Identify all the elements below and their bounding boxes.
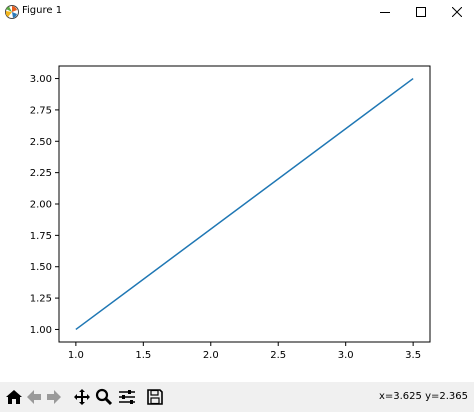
figure-canvas[interactable]: 1.0 1.5 2.0 2.5 3.0 3.5 1.00 1.25 1.50 1.75 2.00 2.… bbox=[0, 24, 474, 382]
matplotlib-logo-icon bbox=[4, 4, 20, 20]
cursor-coordinates: x=3.625 y=2.365 bbox=[378, 391, 468, 402]
x-tick-label: 1.5 bbox=[135, 350, 151, 361]
close-icon bbox=[452, 7, 462, 17]
back-icon bbox=[27, 390, 41, 404]
forward-icon bbox=[47, 390, 61, 404]
x-tick-label: 3.0 bbox=[338, 350, 354, 361]
subplots-icon bbox=[119, 390, 135, 404]
maximize-button[interactable] bbox=[402, 0, 440, 24]
navigation-toolbar: x=3.625 y=2.365 bbox=[0, 382, 474, 412]
y-tick-label: 1.00 bbox=[30, 325, 52, 336]
y-tick-label: 2.50 bbox=[30, 137, 52, 148]
zoom-icon bbox=[95, 388, 113, 406]
pan-icon bbox=[74, 389, 90, 405]
save-icon bbox=[147, 389, 163, 405]
y-tick-label: 2.00 bbox=[30, 200, 52, 211]
title-bar: Figure 1 bbox=[0, 0, 474, 24]
save-button[interactable] bbox=[145, 387, 165, 407]
y-tick-label: 3.00 bbox=[30, 74, 52, 85]
x-tick-label: 2.5 bbox=[270, 350, 286, 361]
minimize-icon bbox=[380, 12, 390, 13]
zoom-button[interactable] bbox=[94, 387, 114, 407]
y-tick-label: 1.25 bbox=[30, 294, 52, 305]
y-tick-label: 2.25 bbox=[30, 168, 52, 179]
minimize-button[interactable] bbox=[366, 0, 404, 24]
x-tick-label: 2.0 bbox=[203, 350, 219, 361]
maximize-icon bbox=[416, 7, 426, 17]
x-tick-label: 3.5 bbox=[405, 350, 421, 361]
pan-button[interactable] bbox=[72, 387, 92, 407]
x-tick-label: 1.0 bbox=[68, 350, 84, 361]
back-button[interactable] bbox=[24, 387, 44, 407]
configure-subplots-button[interactable] bbox=[117, 387, 137, 407]
home-button[interactable] bbox=[4, 387, 24, 407]
close-button[interactable] bbox=[438, 0, 474, 24]
y-tick-label: 2.75 bbox=[30, 105, 52, 116]
y-tick-label: 1.75 bbox=[30, 231, 52, 242]
window-title: Figure 1 bbox=[22, 5, 63, 16]
home-icon bbox=[6, 390, 22, 404]
line-plot: 1.0 1.5 2.0 2.5 3.0 3.5 1.00 1.25 1.50 1.75 2.00 2.… bbox=[30, 65, 431, 361]
forward-button[interactable] bbox=[44, 387, 64, 407]
y-tick-label: 1.50 bbox=[30, 262, 52, 273]
